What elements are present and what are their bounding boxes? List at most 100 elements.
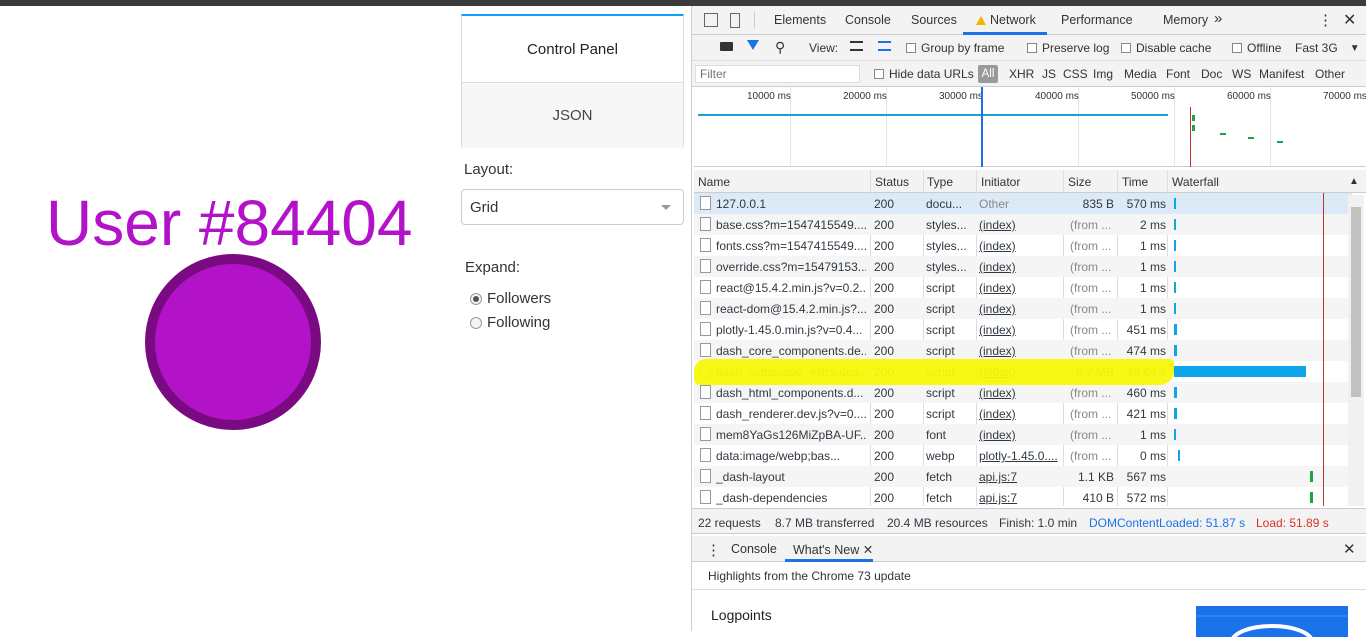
- tab-performance[interactable]: Performance: [1061, 13, 1133, 27]
- tab-elements[interactable]: Elements: [774, 13, 826, 27]
- table-row[interactable]: dash_renderer.dev.js?v=0.... 200 script (in…: [694, 403, 1352, 424]
- timeline-overview[interactable]: 10000 ms 20000 ms 30000 ms 40000 ms 5000…: [694, 87, 1366, 167]
- search-icon[interactable]: ⚲: [775, 39, 785, 56]
- device-toolbar-icon[interactable]: [730, 13, 740, 28]
- row-time: 570 ms: [1126, 197, 1166, 211]
- row-initiator[interactable]: (index): [979, 281, 1061, 295]
- row-initiator[interactable]: api.js:7: [979, 470, 1061, 484]
- table-row[interactable]: 127.0.0.1 200 docu... Other 835 B 570 ms: [694, 193, 1352, 214]
- col-initiator[interactable]: Initiator: [981, 175, 1020, 189]
- tab-json[interactable]: JSON: [462, 82, 683, 148]
- drawer-tab-console[interactable]: Console: [731, 542, 777, 556]
- row-initiator[interactable]: (index): [979, 407, 1061, 421]
- inspect-element-icon[interactable]: [704, 13, 718, 27]
- layout-select[interactable]: Grid: [461, 189, 684, 225]
- row-initiator[interactable]: (index): [979, 302, 1061, 316]
- table-row[interactable]: data:image/webp;bas... 200 webp plotly-1.45…: [694, 445, 1352, 466]
- record-icon[interactable]: [720, 42, 733, 51]
- overview-bar: [698, 114, 1168, 116]
- close-tab-icon[interactable]: ✕: [863, 543, 873, 557]
- type-filter-other[interactable]: Other: [1315, 67, 1345, 81]
- tab-network[interactable]: Network: [976, 13, 1036, 27]
- row-type: fetch: [926, 470, 953, 484]
- close-drawer-icon[interactable]: ✕: [1343, 540, 1356, 558]
- type-filter-img[interactable]: Img: [1093, 67, 1113, 81]
- row-initiator[interactable]: (index): [979, 260, 1061, 274]
- radio-followers[interactable]: Followers: [470, 290, 551, 307]
- type-filter-font[interactable]: Font: [1166, 67, 1190, 81]
- devtools-tabbar: Elements Console Sources Network Perform…: [692, 6, 1366, 35]
- file-icon: [700, 217, 711, 231]
- row-initiator[interactable]: (index): [979, 428, 1061, 442]
- offline-checkbox[interactable]: Offline: [1232, 41, 1281, 55]
- kebab-menu-icon[interactable]: ⋮: [1318, 11, 1333, 29]
- row-type: styles...: [926, 260, 967, 274]
- row-initiator[interactable]: (index): [979, 344, 1061, 358]
- table-row[interactable]: dash_core_components.de... 200 script (inde…: [694, 340, 1352, 361]
- close-devtools-icon[interactable]: ✕: [1343, 10, 1356, 30]
- layout-label: Layout:: [464, 161, 514, 178]
- table-row[interactable]: _dash-dependencies 200 fetch api.js:7 410 B 5…: [694, 487, 1352, 506]
- more-tabs-icon[interactable]: »: [1214, 10, 1222, 27]
- type-filter-media[interactable]: Media: [1124, 67, 1157, 81]
- row-initiator[interactable]: (index): [979, 386, 1061, 400]
- col-waterfall[interactable]: Waterfall: [1172, 175, 1219, 189]
- filter-input[interactable]: [695, 65, 860, 83]
- col-size[interactable]: Size: [1068, 175, 1091, 189]
- devtools-panel: Elements Console Sources Network Perform…: [691, 6, 1366, 637]
- overview-fetch-marks: [1192, 115, 1198, 131]
- col-type[interactable]: Type: [927, 175, 953, 189]
- sort-up-icon[interactable]: ▲: [1349, 176, 1359, 187]
- type-filter-all[interactable]: All: [978, 65, 998, 83]
- radio-following[interactable]: Following: [470, 314, 550, 331]
- type-filter-ws[interactable]: WS: [1232, 67, 1251, 81]
- type-filter-css[interactable]: CSS: [1063, 67, 1088, 81]
- row-size: (from ...: [1070, 386, 1112, 400]
- preserve-log-checkbox[interactable]: Preserve log: [1027, 41, 1109, 55]
- waterfall-view-icon[interactable]: [878, 41, 891, 51]
- scrollbar-thumb[interactable]: [1351, 207, 1361, 397]
- drawer-menu-icon[interactable]: ⋮: [706, 541, 721, 559]
- waterfall-bar: [1174, 261, 1176, 272]
- row-initiator[interactable]: api.js:7: [979, 491, 1061, 505]
- row-initiator[interactable]: (index): [979, 323, 1061, 337]
- tab-sources[interactable]: Sources: [911, 13, 957, 27]
- row-name: override.css?m=15479153...: [716, 260, 866, 274]
- row-type: script: [926, 323, 955, 337]
- table-row[interactable]: react-dom@15.4.2.min.js?... 200 script (ind…: [694, 298, 1352, 319]
- table-row[interactable]: override.css?m=15479153... 200 styles... (i…: [694, 256, 1352, 277]
- drawer-tab-whats-new[interactable]: What's New ✕: [793, 542, 873, 557]
- row-initiator[interactable]: (index): [979, 218, 1061, 232]
- table-row[interactable]: plotly-1.45.0.min.js?v=0.4... 200 script (i…: [694, 319, 1352, 340]
- type-filter-doc[interactable]: Doc: [1201, 67, 1222, 81]
- row-initiator[interactable]: (index): [979, 239, 1061, 253]
- filter-icon[interactable]: [747, 40, 759, 50]
- table-row[interactable]: dash_html_components.d... 200 script (index…: [694, 382, 1352, 403]
- hide-data-urls-checkbox[interactable]: Hide data URLs: [874, 67, 974, 81]
- type-filter-manifest[interactable]: Manifest: [1259, 67, 1304, 81]
- disable-cache-checkbox[interactable]: Disable cache: [1121, 41, 1211, 55]
- tab-memory[interactable]: Memory: [1163, 13, 1208, 27]
- row-time: 460 ms: [1126, 386, 1166, 400]
- row-time: 0 ms: [1139, 449, 1166, 463]
- table-row[interactable]: base.css?m=1547415549.... 200 styles... (in…: [694, 214, 1352, 235]
- col-name[interactable]: Name: [698, 175, 730, 189]
- table-row[interactable]: mem8YaGs126MiZpBA-UF... 200 font (index) (fr…: [694, 424, 1352, 445]
- table-row[interactable]: _dash-layout 200 fetch api.js:7 1.1 KB 567 ms: [694, 466, 1352, 487]
- col-status[interactable]: Status: [875, 175, 909, 189]
- table-row[interactable]: react@15.4.2.min.js?v=0.2... 200 script (in…: [694, 277, 1352, 298]
- tab-control-panel[interactable]: Control Panel: [462, 16, 683, 82]
- table-scrollbar[interactable]: [1348, 195, 1364, 506]
- tab-console[interactable]: Console: [845, 13, 891, 27]
- row-initiator[interactable]: Other: [979, 197, 1061, 211]
- table-row[interactable]: fonts.css?m=1547415549.... 200 styles... (i…: [694, 235, 1352, 256]
- type-filter-js[interactable]: JS: [1042, 67, 1056, 81]
- col-time[interactable]: Time: [1122, 175, 1148, 189]
- type-filter-xhr[interactable]: XHR: [1009, 67, 1034, 81]
- user-node-circle[interactable]: [145, 254, 321, 430]
- throttle-select[interactable]: Fast 3G ▼: [1295, 41, 1360, 55]
- row-time: 1 ms: [1139, 239, 1166, 253]
- large-rows-icon[interactable]: [850, 41, 863, 51]
- group-by-frame-checkbox[interactable]: Group by frame: [906, 41, 1004, 55]
- row-initiator[interactable]: plotly-1.45.0....: [979, 449, 1061, 463]
